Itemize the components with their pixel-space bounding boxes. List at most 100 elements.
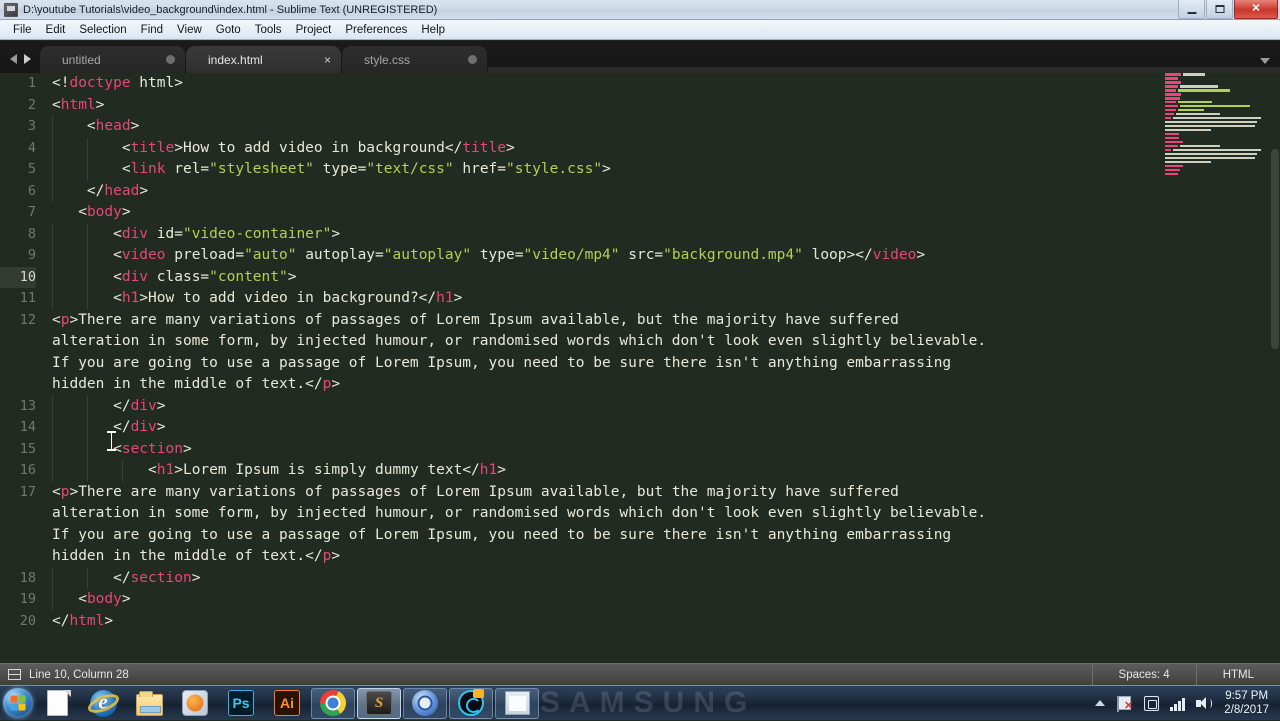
tab-close-icon[interactable]: × <box>324 54 331 66</box>
line-number: 2 <box>27 96 36 113</box>
code-text: If you are going to use a passage of Lor… <box>52 526 952 543</box>
code-line-wrapped[interactable]: hidden in the middle of text.</p> <box>0 374 1165 396</box>
minimap-segment <box>1165 124 1255 128</box>
sidebar-toggle-icon[interactable] <box>8 669 21 680</box>
code-line-wrapped[interactable]: hidden in the middle of text.</p> <box>0 546 1165 568</box>
code-line[interactable]: 17 <p>There are many variations of passag… <box>0 482 1165 504</box>
taskbar-item-media-player[interactable] <box>173 688 217 719</box>
taskbar-item-photoshop[interactable]: Ps <box>219 688 263 719</box>
code-line[interactable]: 12 <p>There are many variations of passag… <box>0 310 1165 332</box>
ie-icon <box>84 689 122 717</box>
code-line[interactable]: 16 <h1>Lorem Ipsum is simply dummy text<… <box>0 460 1165 482</box>
code-line[interactable]: 9 <video preload="auto" autoplay="autopl… <box>0 245 1165 267</box>
code-content[interactable]: 1 <!doctype html> 2 <html> 3 <head> 4 <title>… <box>0 73 1165 663</box>
minimap-segment <box>1177 88 1230 92</box>
code-line-wrapped[interactable]: If you are going to use a passage of Lor… <box>0 525 1165 547</box>
code-line[interactable]: 5 <link rel="stylesheet" type="text/css"… <box>0 159 1165 181</box>
menu-item-project[interactable]: Project <box>289 22 339 38</box>
line-number: 8 <box>27 225 36 242</box>
code-line[interactable]: 3 <head> <box>0 116 1165 138</box>
code-line[interactable]: 4 <title>How to add video in background<… <box>0 137 1165 159</box>
code-line-wrapped[interactable]: If you are going to use a passage of Lor… <box>0 353 1165 375</box>
code-line[interactable]: 15 <section> <box>0 438 1165 460</box>
code-line-wrapped[interactable]: alteration in some form, by injected hum… <box>0 331 1165 353</box>
volume-icon[interactable] <box>1196 694 1214 712</box>
menu-item-preferences[interactable]: Preferences <box>338 22 414 38</box>
menu-item-selection[interactable]: Selection <box>72 22 133 38</box>
taskbar-item-window[interactable] <box>495 687 539 719</box>
indent-guide <box>52 589 53 611</box>
clock[interactable]: 9:57 PM 2/8/2017 <box>1218 689 1278 717</box>
menu-item-tools[interactable]: Tools <box>248 22 289 38</box>
close-button[interactable]: ✕ <box>1234 0 1278 19</box>
code-editor[interactable]: 1 <!doctype html> 2 <html> 3 <head> 4 <title>… <box>0 73 1280 663</box>
code-line[interactable]: 6 </head> <box>0 180 1165 202</box>
code-line[interactable]: 14 </div> <box>0 417 1165 439</box>
document-icon <box>44 690 71 717</box>
taskbar-item-chrome[interactable] <box>311 687 355 719</box>
window-title: D:\youtube Tutorials\video_background\in… <box>23 3 438 16</box>
minimap-line <box>1165 84 1270 88</box>
tab-dirty-icon[interactable] <box>166 55 175 64</box>
code-text: <video preload="auto" autoplay="autoplay… <box>113 247 926 263</box>
menu-item-find[interactable]: Find <box>134 22 170 38</box>
code-line[interactable]: 10 <div class="content"> <box>0 266 1165 288</box>
tab-scroll-right-icon[interactable] <box>24 54 31 64</box>
minimap-line <box>1165 96 1270 100</box>
code-line[interactable]: 18 </section> <box>0 567 1165 589</box>
minimap-segment <box>1177 108 1204 112</box>
tab-untitled[interactable]: untitled <box>40 46 185 73</box>
indent-setting[interactable]: Spaces: 4 <box>1091 663 1196 686</box>
taskbar-item-camtasia[interactable] <box>449 687 493 719</box>
taskbar-item-chromium[interactable] <box>403 687 447 719</box>
minimap-line <box>1165 108 1270 112</box>
network-icon[interactable] <box>1144 694 1162 712</box>
action-center-icon[interactable]: ✕ <box>1117 694 1136 712</box>
code-line[interactable]: 13 </div> <box>0 395 1165 417</box>
code-line[interactable]: 19 <body> <box>0 589 1165 611</box>
menu-item-view[interactable]: View <box>170 22 209 38</box>
menu-item-edit[interactable]: Edit <box>39 22 73 38</box>
code-line[interactable]: 2 <html> <box>0 95 1165 117</box>
editor-scrollbar-thumb[interactable] <box>1271 149 1279 349</box>
minimap-line <box>1165 92 1270 96</box>
maximize-button[interactable] <box>1206 0 1233 19</box>
code-line-wrapped[interactable]: alteration in some form, by injected hum… <box>0 503 1165 525</box>
minimap-line <box>1165 152 1270 156</box>
taskbar-item-sublime-text[interactable]: S <box>357 687 401 719</box>
editor-scrollbar[interactable] <box>1270 73 1280 663</box>
taskbar-item-document[interactable] <box>35 688 79 719</box>
code-line[interactable]: 8 <div id="video-container"> <box>0 223 1165 245</box>
line-number: 14 <box>19 419 36 435</box>
minimap-segment <box>1165 156 1255 160</box>
minimap[interactable] <box>1165 73 1270 663</box>
taskbar-item-internet-explorer[interactable] <box>81 688 125 719</box>
minimize-button[interactable] <box>1178 0 1205 19</box>
signal-strength-icon[interactable] <box>1170 694 1188 712</box>
line-number: 3 <box>27 118 36 134</box>
tab-index-html[interactable]: index.html × <box>186 46 341 73</box>
taskbar-item-illustrator[interactable]: Ai <box>265 688 309 719</box>
menu-item-file[interactable]: File <box>6 22 39 38</box>
minimap-segment <box>1165 144 1178 148</box>
code-line[interactable]: 20 </html> <box>0 611 1165 633</box>
code-line[interactable]: 7 <body> <box>0 202 1165 224</box>
show-hidden-icons-icon[interactable] <box>1095 700 1106 706</box>
indent-guide <box>52 266 53 288</box>
tab-scroll-left-icon[interactable] <box>10 54 17 64</box>
tab-overflow-icon[interactable] <box>1260 58 1270 64</box>
menu-item-goto[interactable]: Goto <box>209 22 248 38</box>
taskbar-item-file-explorer[interactable] <box>127 688 171 719</box>
tab-style-css[interactable]: style.css <box>342 46 487 73</box>
minimap-segment <box>1165 132 1179 136</box>
clock-time: 9:57 PM <box>1225 690 1269 702</box>
chromium-icon <box>412 690 439 717</box>
indent-guide <box>52 245 53 267</box>
start-button[interactable] <box>3 688 33 718</box>
menu-item-help[interactable]: Help <box>414 22 452 38</box>
minimap-line <box>1165 128 1270 132</box>
code-line[interactable]: 11 <h1>How to add video in background?</… <box>0 288 1165 310</box>
code-line[interactable]: 1 <!doctype html> <box>0 73 1165 95</box>
syntax-setting[interactable]: HTML <box>1195 663 1280 686</box>
tab-dirty-icon[interactable] <box>468 55 477 64</box>
